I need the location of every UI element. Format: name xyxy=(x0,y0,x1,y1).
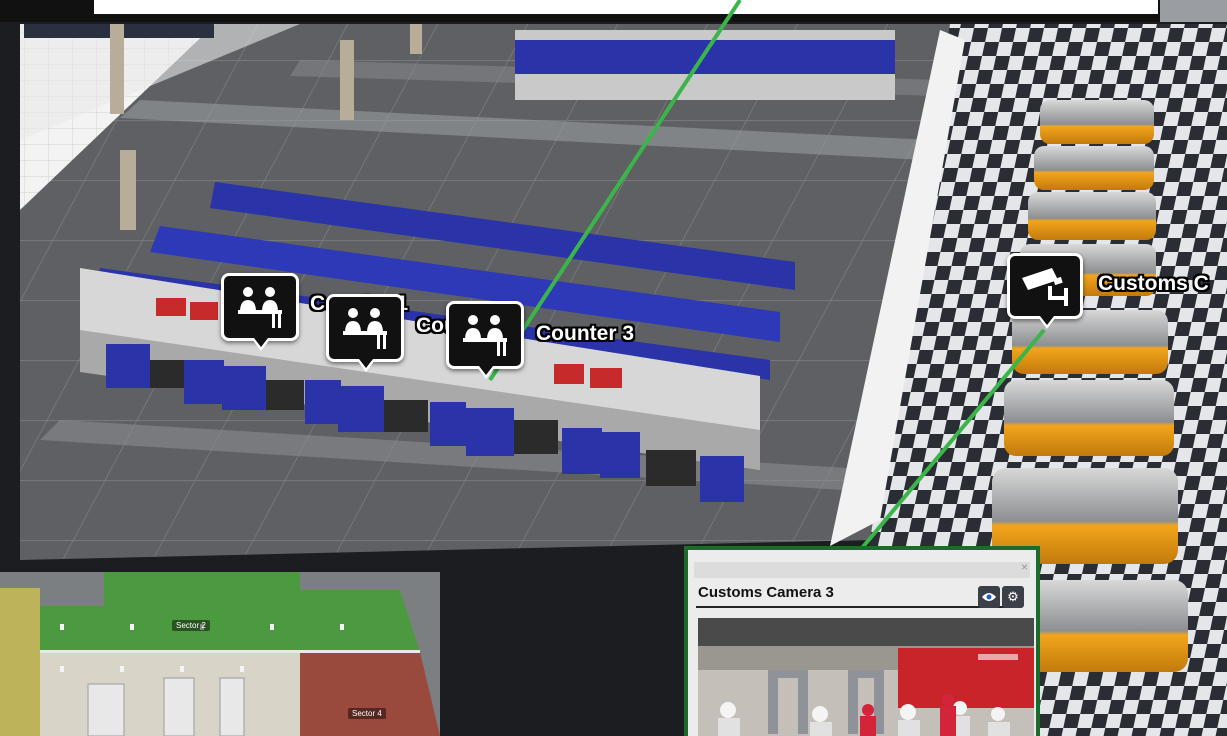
counter-3-label[interactable]: Counter 3 xyxy=(536,322,634,346)
popup-titlebar[interactable] xyxy=(694,562,1030,578)
map-viewport[interactable]: Counter 1 Counter 2 Counter 3 Customs C … xyxy=(0,0,1227,736)
camera-video-feed[interactable] xyxy=(698,618,1034,736)
camera-settings-button[interactable]: ⚙ xyxy=(1002,586,1024,608)
title-divider xyxy=(696,606,1014,608)
counter-3-marker[interactable] xyxy=(446,301,524,379)
counter-icon xyxy=(234,284,286,335)
minimap[interactable]: Sector 2 Sector 4 xyxy=(0,572,440,736)
view-camera-button[interactable] xyxy=(978,586,1000,608)
counter-icon xyxy=(459,312,511,363)
sector-4-zone xyxy=(300,652,440,736)
customs-camera-marker[interactable] xyxy=(1007,253,1083,329)
customs-camera-label[interactable]: Customs C xyxy=(1098,272,1209,296)
counter-2-marker[interactable] xyxy=(326,294,404,372)
eye-icon xyxy=(981,591,997,606)
camera-popup: × Customs Camera 3 ⚙ xyxy=(684,546,1040,736)
camera-icon xyxy=(1018,264,1074,315)
popup-title: Customs Camera 3 xyxy=(698,584,834,601)
close-icon[interactable]: × xyxy=(1021,560,1028,574)
counter-1-marker[interactable] xyxy=(221,273,299,351)
counter-icon xyxy=(339,305,391,356)
gear-icon: ⚙ xyxy=(1007,589,1019,604)
sector-4-label[interactable]: Sector 4 xyxy=(348,708,386,719)
sector-2-label[interactable]: Sector 2 xyxy=(172,620,210,631)
